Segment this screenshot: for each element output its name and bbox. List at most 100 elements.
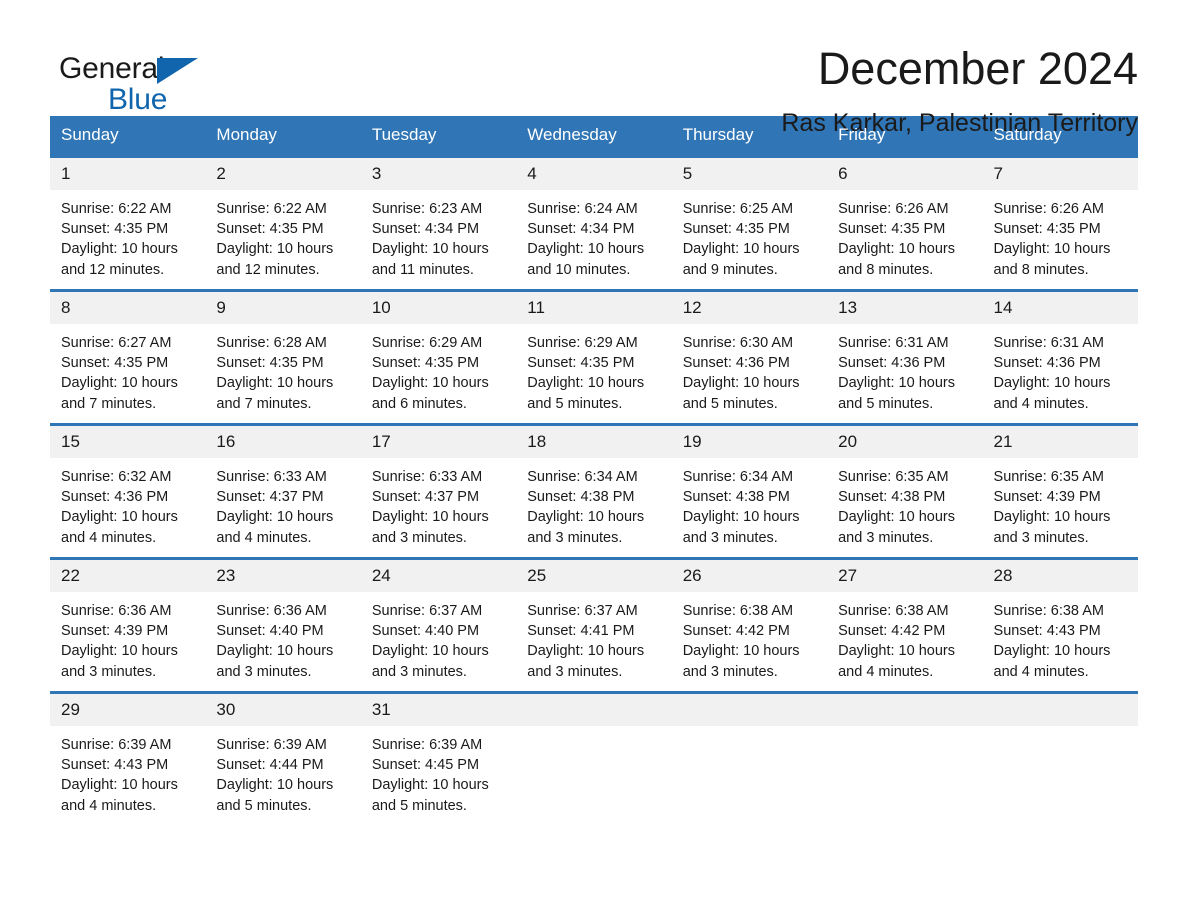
calendar-cell[interactable]: 7 Sunrise: 6:26 AM Sunset: 4:35 PM Dayli…: [982, 155, 1138, 291]
calendar-cell[interactable]: 10 Sunrise: 6:29 AM Sunset: 4:35 PM Dayl…: [360, 289, 517, 425]
calendar-cell[interactable]: 28 Sunrise: 6:38 AM Sunset: 4:43 PM Dayl…: [982, 557, 1138, 693]
sunset-text: Sunset: 4:37 PM: [371, 489, 480, 506]
day-cell[interactable]: 17 Sunrise: 6:33 AM Sunset: 4:37 PM Dayl…: [360, 426, 517, 557]
calendar-cell[interactable]: 16 Sunrise: 6:33 AM Sunset: 4:37 PM Dayl…: [205, 423, 361, 559]
sunset-text: Sunset: 4:40 PM: [371, 623, 480, 640]
calendar-cell[interactable]: 26 Sunrise: 6:38 AM Sunset: 4:42 PM Dayl…: [671, 557, 828, 693]
daylight-text-line2: and 5 minutes.: [682, 395, 778, 412]
day-number: 11: [516, 292, 672, 324]
daylight-text-line1: Daylight: 10 hours: [527, 375, 645, 392]
daylight-text-line1: Daylight: 10 hours: [61, 509, 178, 526]
day-cell[interactable]: 24 Sunrise: 6:37 AM Sunset: 4:40 PM Dayl…: [360, 560, 517, 691]
daylight-text-line2: and 3 minutes.: [216, 663, 312, 680]
calendar-cell[interactable]: 13 Sunrise: 6:31 AM Sunset: 4:36 PM Dayl…: [827, 289, 983, 425]
day-cell[interactable]: 26 Sunrise: 6:38 AM Sunset: 4:42 PM Dayl…: [671, 560, 828, 691]
day-cell[interactable]: 16 Sunrise: 6:33 AM Sunset: 4:37 PM Dayl…: [205, 426, 361, 557]
day-cell[interactable]: 18 Sunrise: 6:34 AM Sunset: 4:38 PM Dayl…: [516, 426, 672, 557]
calendar-cell[interactable]: 24 Sunrise: 6:37 AM Sunset: 4:40 PM Dayl…: [360, 557, 517, 693]
day-cell[interactable]: 3 Sunrise: 6:23 AM Sunset: 4:34 PM Dayli…: [360, 158, 517, 289]
day-cell[interactable]: 28 Sunrise: 6:38 AM Sunset: 4:43 PM Dayl…: [982, 560, 1138, 691]
day-cell[interactable]: 19 Sunrise: 6:34 AM Sunset: 4:38 PM Dayl…: [671, 426, 828, 557]
day-cell[interactable]: 11 Sunrise: 6:29 AM Sunset: 4:35 PM Dayl…: [516, 292, 672, 423]
calendar-cell[interactable]: 18 Sunrise: 6:34 AM Sunset: 4:38 PM Dayl…: [516, 423, 672, 559]
daylight-text-line1: Daylight: 10 hours: [371, 777, 489, 794]
day-cell[interactable]: 8 Sunrise: 6:27 AM Sunset: 4:35 PM Dayli…: [50, 292, 206, 423]
day-cell[interactable]: 14 Sunrise: 6:31 AM Sunset: 4:36 PM Dayl…: [982, 292, 1138, 423]
sunrise-text: Sunrise: 6:31 AM: [838, 335, 949, 351]
daylight-text-line1: Daylight: 10 hours: [61, 643, 178, 660]
calendar-cell[interactable]: 9 Sunrise: 6:28 AM Sunset: 4:35 PM Dayli…: [205, 289, 361, 425]
calendar-cell[interactable]: 4 Sunrise: 6:24 AM Sunset: 4:34 PM Dayli…: [516, 155, 672, 291]
day-number: 16: [205, 426, 361, 458]
calendar-cell[interactable]: 5 Sunrise: 6:25 AM Sunset: 4:35 PM Dayli…: [671, 155, 828, 291]
calendar-cell[interactable]: 22 Sunrise: 6:36 AM Sunset: 4:39 PM Dayl…: [50, 557, 206, 693]
calendar-cell[interactable]: 30 Sunrise: 6:39 AM Sunset: 4:44 PM Dayl…: [205, 691, 361, 827]
daylight-text-line2: and 8 minutes.: [838, 261, 934, 278]
day-cell[interactable]: 1 Sunrise: 6:22 AM Sunset: 4:35 PM Dayli…: [50, 158, 206, 289]
calendar-cell[interactable]: 12 Sunrise: 6:30 AM Sunset: 4:36 PM Dayl…: [671, 289, 828, 425]
day-cell[interactable]: 21 Sunrise: 6:35 AM Sunset: 4:39 PM Dayl…: [982, 426, 1138, 557]
day-cell[interactable]: 31 Sunrise: 6:39 AM Sunset: 4:45 PM Dayl…: [360, 694, 517, 827]
day-cell[interactable]: 29 Sunrise: 6:39 AM Sunset: 4:43 PM Dayl…: [50, 694, 206, 827]
daylight-text-line2: and 8 minutes.: [993, 261, 1089, 278]
day-cell[interactable]: 23 Sunrise: 6:36 AM Sunset: 4:40 PM Dayl…: [205, 560, 361, 691]
calendar-cell[interactable]: 20 Sunrise: 6:35 AM Sunset: 4:38 PM Dayl…: [827, 423, 983, 559]
day-cell[interactable]: 27 Sunrise: 6:38 AM Sunset: 4:42 PM Dayl…: [827, 560, 983, 691]
calendar-cell[interactable]: 21 Sunrise: 6:35 AM Sunset: 4:39 PM Dayl…: [982, 423, 1138, 559]
day-cell[interactable]: 22 Sunrise: 6:36 AM Sunset: 4:39 PM Dayl…: [50, 560, 206, 691]
triangle-flag-icon: [157, 58, 198, 84]
day-info: Sunrise: 6:39 AM Sunset: 4:43 PM Dayligh…: [50, 726, 205, 816]
calendar-cell[interactable]: 27 Sunrise: 6:38 AM Sunset: 4:42 PM Dayl…: [827, 557, 983, 693]
calendar-cell[interactable]: 17 Sunrise: 6:33 AM Sunset: 4:37 PM Dayl…: [360, 423, 517, 559]
general-blue-logo[interactable]: General Blue: [59, 42, 209, 115]
day-cell[interactable]: 4 Sunrise: 6:24 AM Sunset: 4:34 PM Dayli…: [516, 158, 672, 289]
calendar-cell[interactable]: 2 Sunrise: 6:22 AM Sunset: 4:35 PM Dayli…: [205, 155, 361, 291]
calendar-cell[interactable]: 1 Sunrise: 6:22 AM Sunset: 4:35 PM Dayli…: [50, 155, 206, 291]
daylight-text-line2: and 12 minutes.: [61, 261, 165, 278]
day-cell[interactable]: 2 Sunrise: 6:22 AM Sunset: 4:35 PM Dayli…: [205, 158, 361, 289]
day-cell[interactable]: 15 Sunrise: 6:32 AM Sunset: 4:36 PM Dayl…: [50, 426, 206, 557]
day-cell[interactable]: 10 Sunrise: 6:29 AM Sunset: 4:35 PM Dayl…: [360, 292, 517, 423]
calendar-cell[interactable]: 29 Sunrise: 6:39 AM Sunset: 4:43 PM Dayl…: [50, 691, 206, 827]
daylight-text-line2: and 3 minutes.: [371, 663, 467, 680]
calendar-cell[interactable]: 19 Sunrise: 6:34 AM Sunset: 4:38 PM Dayl…: [671, 423, 828, 559]
day-info: Sunrise: 6:28 AM Sunset: 4:35 PM Dayligh…: [205, 324, 360, 414]
calendar-cell[interactable]: 15 Sunrise: 6:32 AM Sunset: 4:36 PM Dayl…: [50, 423, 206, 559]
day-cell[interactable]: 5 Sunrise: 6:25 AM Sunset: 4:35 PM Dayli…: [671, 158, 828, 289]
calendar-cell[interactable]: 6 Sunrise: 6:26 AM Sunset: 4:35 PM Dayli…: [827, 155, 983, 291]
calendar-cell[interactable]: 25 Sunrise: 6:37 AM Sunset: 4:41 PM Dayl…: [516, 557, 672, 693]
daylight-text-line1: Daylight: 10 hours: [61, 375, 178, 392]
calendar-cell[interactable]: 14 Sunrise: 6:31 AM Sunset: 4:36 PM Dayl…: [982, 289, 1138, 425]
sunrise-text: Sunrise: 6:22 AM: [61, 201, 172, 217]
day-cell[interactable]: 25 Sunrise: 6:37 AM Sunset: 4:41 PM Dayl…: [516, 560, 672, 691]
sunset-text: Sunset: 4:38 PM: [527, 489, 635, 506]
sunset-text: Sunset: 4:35 PM: [682, 221, 790, 238]
calendar-cell[interactable]: 8 Sunrise: 6:27 AM Sunset: 4:35 PM Dayli…: [50, 289, 206, 425]
daylight-text-line2: and 3 minutes.: [527, 663, 623, 680]
sunset-text: Sunset: 4:42 PM: [682, 623, 790, 640]
calendar-cell[interactable]: 3 Sunrise: 6:23 AM Sunset: 4:34 PM Dayli…: [360, 155, 517, 291]
daylight-text-line1: Daylight: 10 hours: [371, 509, 489, 526]
sunset-text: Sunset: 4:34 PM: [527, 221, 635, 238]
calendar-cell[interactable]: 23 Sunrise: 6:36 AM Sunset: 4:40 PM Dayl…: [205, 557, 361, 693]
calendar-cell[interactable]: 11 Sunrise: 6:29 AM Sunset: 4:35 PM Dayl…: [516, 289, 672, 425]
day-cell[interactable]: 20 Sunrise: 6:35 AM Sunset: 4:38 PM Dayl…: [827, 426, 983, 557]
day-cell[interactable]: 30 Sunrise: 6:39 AM Sunset: 4:44 PM Dayl…: [205, 694, 361, 827]
day-cell[interactable]: 7 Sunrise: 6:26 AM Sunset: 4:35 PM Dayli…: [982, 158, 1138, 289]
day-cell[interactable]: 9 Sunrise: 6:28 AM Sunset: 4:35 PM Dayli…: [205, 292, 361, 423]
calendar-cell[interactable]: 31 Sunrise: 6:39 AM Sunset: 4:45 PM Dayl…: [360, 691, 517, 827]
day-cell[interactable]: 12 Sunrise: 6:30 AM Sunset: 4:36 PM Dayl…: [671, 292, 828, 423]
day-info: Sunrise: 6:39 AM Sunset: 4:45 PM Dayligh…: [361, 726, 516, 816]
calendar-week-row: 22 Sunrise: 6:36 AM Sunset: 4:39 PM Dayl…: [50, 557, 1138, 693]
day-cell-empty: [516, 694, 672, 827]
daylight-text-line2: and 3 minutes.: [682, 529, 778, 546]
daylight-text-line2: and 4 minutes.: [61, 797, 157, 814]
daylight-text-line1: Daylight: 10 hours: [993, 375, 1111, 392]
day-cell[interactable]: 6 Sunrise: 6:26 AM Sunset: 4:35 PM Dayli…: [827, 158, 983, 289]
sunrise-text: Sunrise: 6:22 AM: [216, 201, 327, 217]
day-info: Sunrise: 6:36 AM Sunset: 4:40 PM Dayligh…: [205, 592, 360, 682]
daylight-text-line2: and 9 minutes.: [682, 261, 778, 278]
day-number: 29: [50, 694, 206, 726]
day-cell[interactable]: 13 Sunrise: 6:31 AM Sunset: 4:36 PM Dayl…: [827, 292, 983, 423]
day-number: 14: [982, 292, 1138, 324]
